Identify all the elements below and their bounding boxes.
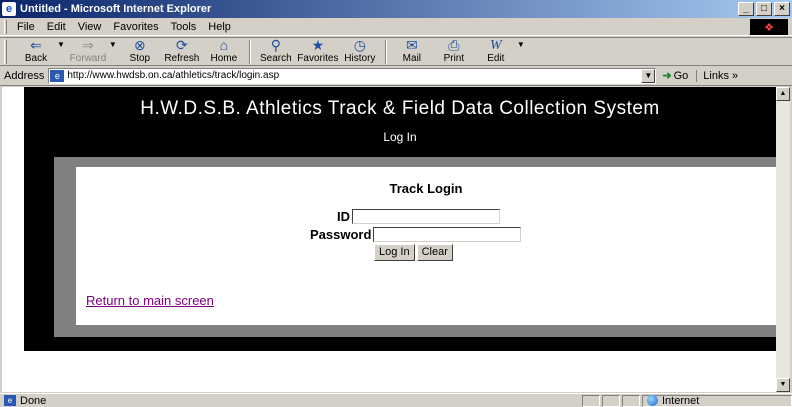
close-button[interactable]: × — [774, 2, 790, 16]
login-panel: Track Login ID Password Log In Clear Ret… — [76, 167, 776, 325]
ie-logo-icon: e — [2, 2, 16, 16]
favorites-button[interactable]: ★ Favorites — [297, 38, 339, 65]
status-page-icon: e — [4, 395, 16, 406]
print-button[interactable]: ⎙ Print — [433, 38, 475, 65]
login-title: Track Login — [389, 181, 463, 196]
search-button[interactable]: ⚲ Search — [255, 38, 297, 65]
refresh-button[interactable]: ⟳ Refresh — [161, 38, 203, 65]
search-label: Search — [260, 53, 292, 64]
go-arrow-icon: ➜ — [662, 70, 672, 82]
page-heading: H.W.D.S.B. Athletics Track & Field Data … — [140, 98, 660, 119]
edit-button[interactable]: W Edit — [475, 38, 517, 65]
stop-button[interactable]: ⊗ Stop — [119, 38, 161, 65]
minimize-button[interactable]: _ — [738, 2, 754, 16]
menu-grip — [4, 19, 7, 34]
word-edit-icon: W — [490, 38, 502, 53]
address-input[interactable]: e http://www.hwdsb.on.ca/athletics/track… — [48, 67, 657, 84]
scroll-up-icon[interactable]: ▲ — [776, 87, 790, 101]
menu-favorites[interactable]: Favorites — [107, 21, 164, 33]
window-title: Untitled - Microsoft Internet Explorer — [20, 3, 212, 15]
address-url: http://www.hwdsb.on.ca/athletics/track/l… — [67, 70, 280, 81]
forward-arrow-icon: ⇒ — [82, 37, 94, 53]
address-dropdown-icon[interactable]: ▼ — [641, 68, 656, 83]
id-label: ID — [337, 209, 350, 224]
return-main-link[interactable]: Return to main screen — [86, 293, 214, 308]
stop-label: Stop — [129, 53, 151, 64]
page-banner: H.W.D.S.B. Athletics Track & Field Data … — [24, 87, 776, 151]
toolbar-separator — [248, 39, 251, 64]
mail-button[interactable]: ✉ Mail — [391, 38, 433, 65]
internet-globe-icon — [647, 395, 658, 406]
throbber-logo: ❖ — [750, 19, 788, 35]
home-button[interactable]: ⌂ Home — [203, 38, 245, 65]
zone-label: Internet — [662, 394, 700, 407]
standard-toolbar: ⇐ Back ▼ ⇒ Forward ▼ ⊗ Stop ⟳ Refresh ⌂ … — [0, 37, 792, 66]
printer-icon: ⎙ — [448, 37, 460, 53]
mail-icon: ✉ — [405, 37, 418, 53]
status-cell — [602, 394, 620, 407]
search-icon: ⚲ — [270, 37, 281, 53]
forward-button[interactable]: ⇒ Forward — [67, 38, 109, 65]
menu-view[interactable]: View — [72, 21, 108, 33]
windows-flag-icon: ❖ — [764, 21, 774, 34]
forward-label: Forward — [69, 53, 107, 64]
stop-icon: ⊗ — [133, 37, 146, 53]
status-cell — [582, 394, 600, 407]
password-row: Password — [310, 227, 522, 242]
page-viewport: H.W.D.S.B. Athletics Track & Field Data … — [2, 87, 776, 392]
home-icon: ⌂ — [219, 37, 229, 53]
status-bar: e Done Internet — [0, 393, 792, 407]
page-subheading: Log In — [383, 130, 417, 144]
menu-help[interactable]: Help — [202, 21, 237, 33]
status-text: Done — [20, 394, 47, 407]
menu-bar: File Edit View Favorites Tools Help ❖ — [0, 18, 792, 36]
forward-dropdown-icon[interactable]: ▼ — [109, 40, 117, 49]
security-zone[interactable]: Internet — [642, 394, 792, 407]
history-label: History — [344, 53, 376, 64]
page-icon: e — [50, 69, 65, 82]
go-label: Go — [673, 69, 689, 82]
edit-dropdown-icon[interactable]: ▼ — [517, 40, 525, 49]
password-input[interactable] — [373, 227, 522, 242]
menu-file[interactable]: File — [11, 21, 41, 33]
history-icon: ◷ — [353, 37, 366, 53]
vertical-scrollbar[interactable]: ▲ ▼ — [776, 87, 790, 392]
refresh-icon: ⟳ — [175, 37, 188, 53]
toolbar-grip — [4, 39, 7, 64]
edit-label: Edit — [487, 53, 505, 64]
menu-edit[interactable]: Edit — [41, 21, 72, 33]
back-label: Back — [24, 53, 48, 64]
back-arrow-icon: ⇐ — [30, 37, 42, 53]
favorites-label: Favorites — [297, 53, 339, 64]
clear-button[interactable]: Clear — [416, 244, 453, 261]
back-button[interactable]: ⇐ Back — [15, 38, 57, 65]
favorites-folder-icon: ★ — [311, 37, 325, 53]
address-bar: Address e http://www.hwdsb.on.ca/athleti… — [0, 66, 792, 86]
title-bar: e Untitled - Microsoft Internet Explorer… — [0, 0, 792, 18]
links-button[interactable]: Links » — [696, 69, 738, 82]
mail-label: Mail — [402, 53, 422, 64]
menu-tools[interactable]: Tools — [165, 21, 203, 33]
refresh-label: Refresh — [164, 53, 200, 64]
id-input[interactable] — [352, 209, 500, 224]
login-button[interactable]: Log In — [374, 244, 415, 261]
password-label: Password — [310, 227, 372, 242]
toolbar-separator — [384, 39, 387, 64]
home-label: Home — [210, 53, 238, 64]
status-cell — [622, 394, 640, 407]
scroll-down-icon[interactable]: ▼ — [776, 378, 790, 392]
address-label: Address — [4, 69, 45, 82]
id-row: ID — [337, 209, 500, 224]
maximize-button[interactable]: □ — [756, 2, 772, 16]
back-dropdown-icon[interactable]: ▼ — [57, 40, 65, 49]
print-label: Print — [443, 53, 465, 64]
go-button[interactable]: ➜ Go — [662, 69, 689, 83]
form-buttons: Log In Clear — [374, 244, 453, 261]
history-button[interactable]: ◷ History — [339, 38, 381, 65]
